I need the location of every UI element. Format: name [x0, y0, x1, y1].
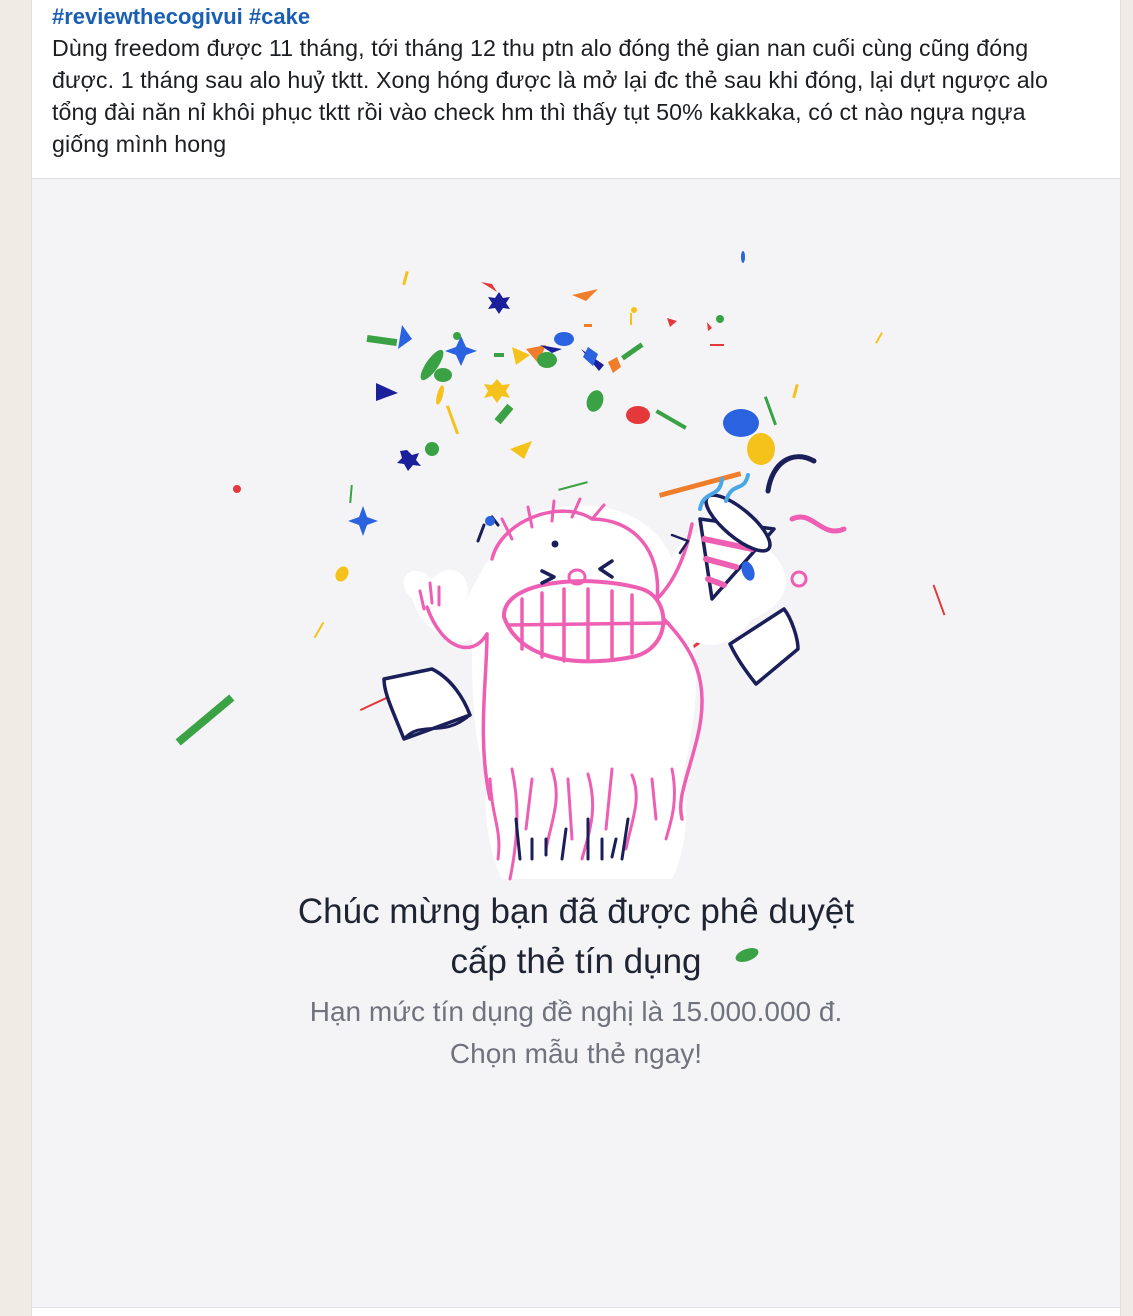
choose-card-line: Chọn mẫu thẻ ngay!: [449, 1038, 703, 1069]
post-body: Dùng freedom được 11 tháng, tới tháng 12…: [52, 32, 1100, 160]
post-body-line: Dùng freedom được 11 tháng, tới tháng 12…: [52, 35, 1029, 61]
post-body-line: giống mình hong: [52, 131, 227, 157]
post-text: #reviewthecogivui #cake Dùng freedom đượ…: [32, 0, 1120, 178]
monster-character: [382, 454, 847, 881]
hashtag-reviewthecogivui[interactable]: #reviewthecogivui: [52, 4, 243, 29]
credit-limit-line: Hạn mức tín dụng đề nghị là 15.000.000 đ…: [309, 996, 843, 1027]
post-body-line: tổng đài năn nỉ khôi phục tktt rồi vào c…: [52, 99, 1026, 125]
attached-screenshot[interactable]: Chúc mừng bạn đã được phê duyệt cấp thẻ …: [32, 179, 1120, 1308]
credit-limit-message: Hạn mức tín dụng đề nghị là 15.000.000 đ…: [32, 991, 1120, 1075]
approval-title-line: cấp thẻ tín dụng: [450, 942, 702, 981]
hashtag-row: #reviewthecogivui #cake: [52, 2, 1100, 32]
celebration-illustration: [175, 251, 946, 962]
hashtag-cake[interactable]: #cake: [249, 4, 310, 29]
post-body-line: được. 1 tháng sau alo huỷ tktt. Xong hón…: [52, 67, 1049, 93]
approval-title: Chúc mừng bạn đã được phê duyệt cấp thẻ …: [32, 887, 1120, 987]
approval-title-line: Chúc mừng bạn đã được phê duyệt: [297, 892, 855, 931]
facebook-post: #reviewthecogivui #cake Dùng freedom đượ…: [31, 0, 1121, 1316]
